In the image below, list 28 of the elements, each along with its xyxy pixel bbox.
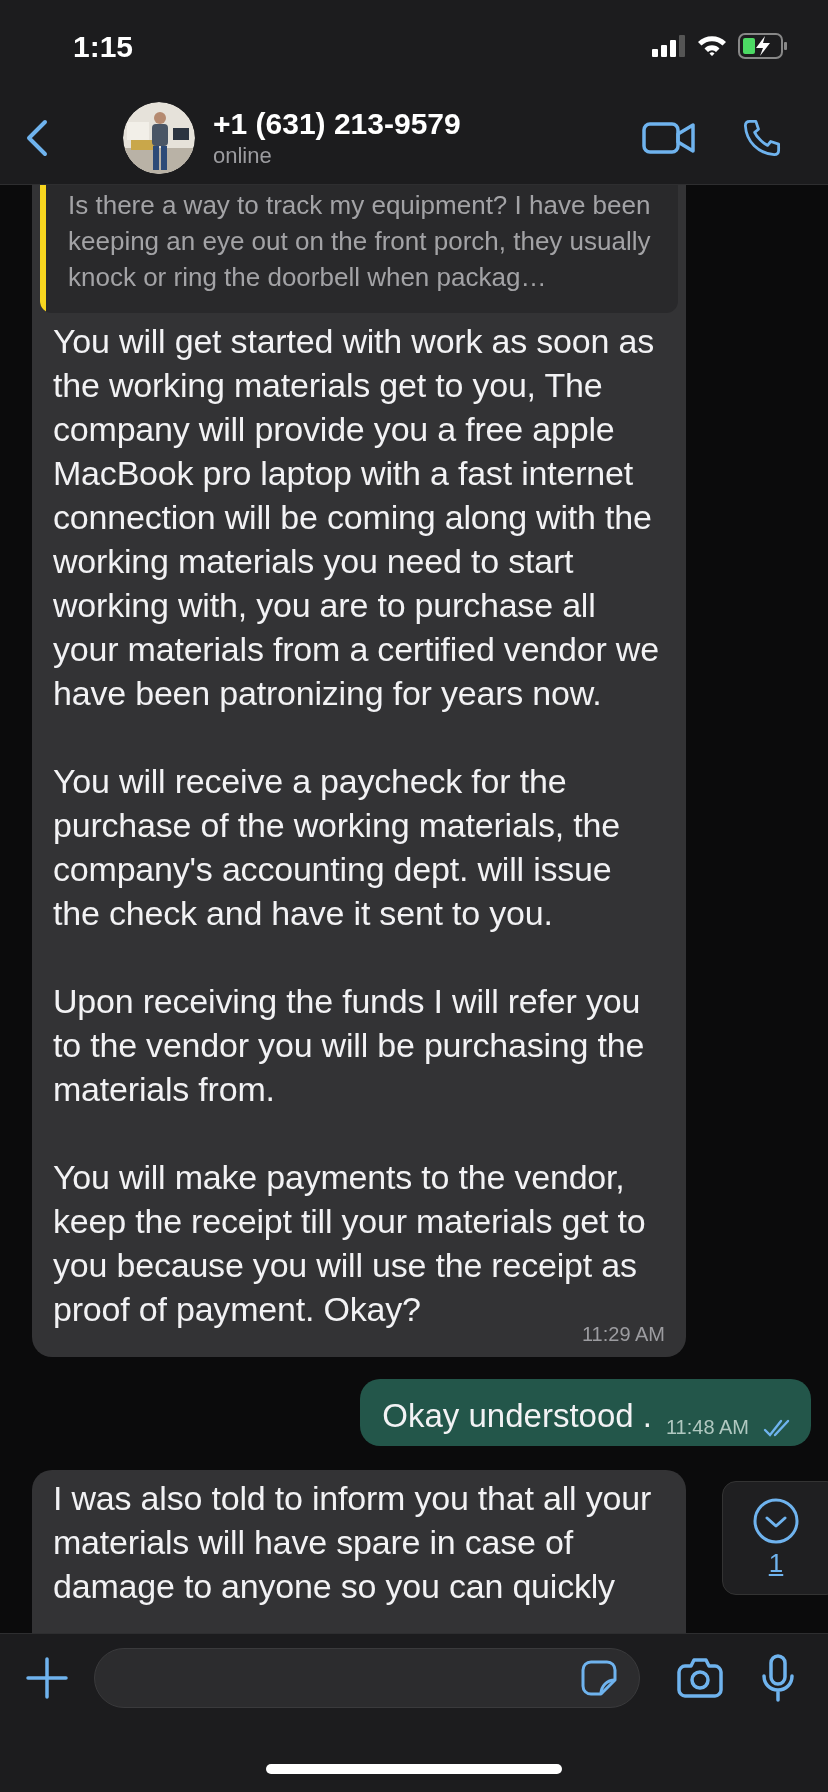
plus-icon — [26, 1657, 68, 1699]
back-icon — [25, 119, 49, 157]
wifi-icon — [696, 34, 728, 58]
unread-count: 1 — [768, 1548, 784, 1578]
sticker-icon[interactable] — [581, 1660, 617, 1696]
message-time: 11:48 AM — [665, 1415, 749, 1440]
chevron-down-circle-icon — [753, 1498, 799, 1544]
message-text: You will receive a paycheck for the purchase of the working materials, the company's accounting dept. will issue the check and have it sent to you. — [53, 761, 621, 934]
contact-name[interactable]: +1 (631) 213-9579 — [213, 106, 461, 142]
scroll-down-button[interactable]: 1 — [722, 1481, 828, 1595]
message-text: I was also told to inform you that all your materials will have spare in case of damage to anyone so you can quickly — [53, 1478, 653, 1607]
battery-charging-icon — [738, 33, 788, 59]
status-time: 1:15 — [73, 28, 134, 65]
phone-icon — [741, 117, 783, 159]
message-text: You will get started with work as soon as the working materials get to you, The company will provide you a free apple MacBook pro laptop with a fast internet connection will be coming along with the working materials you need to start working with, you are to purchase all your materials from a certified vendor we have been patronizing for years now. — [53, 321, 660, 714]
add-button[interactable] — [26, 1657, 68, 1699]
microphone-icon — [761, 1654, 795, 1702]
contact-status: online — [213, 142, 273, 170]
quoted-message[interactable]: Is there a way to track my equipment? I have been keeping an eye out on the front porch, they usually knock or ring the doorbell when packag… — [40, 185, 678, 313]
microphone-button[interactable] — [761, 1654, 795, 1702]
quoted-text: Is there a way to track my equipment? I have been keeping an eye out on the front porch, they usually knock or ring the doorbell when packag… — [67, 189, 652, 294]
message-text: Upon receiving the funds I will refer you to the vendor you will be purchasing the materials from. — [53, 981, 646, 1110]
call-button[interactable] — [741, 117, 783, 159]
back-button[interactable] — [24, 118, 50, 158]
signal-icon — [652, 35, 686, 57]
camera-icon — [677, 1657, 723, 1699]
message-text: Okay understood . — [382, 1396, 652, 1436]
camera-button[interactable] — [677, 1657, 723, 1699]
